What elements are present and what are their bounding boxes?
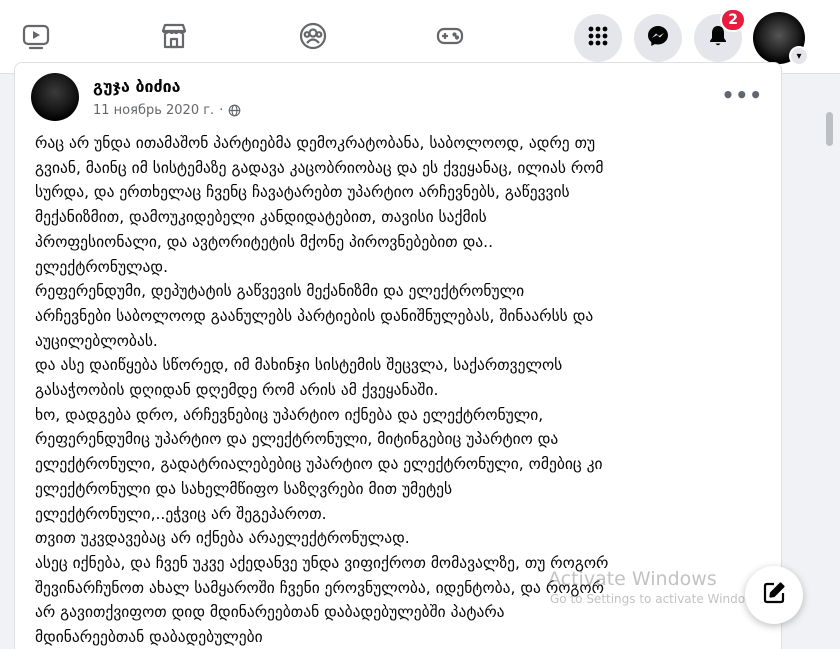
- post-text-line: რაც არ უნდა ითამაშონ პარტიებმა დემოკრატო…: [35, 134, 596, 152]
- watermark-title: Activate Windows: [548, 568, 717, 590]
- post-text-line: რეფერენდუმიც უპარტიო და ელექტრონული, მიტ…: [35, 430, 559, 449]
- post-text-line: ელექტრონული, გადატრიალებებიც უპარტიო და …: [35, 455, 603, 474]
- groups-tab[interactable]: [283, 14, 343, 62]
- marketplace-icon: [159, 21, 189, 55]
- post-text-line: ელექტრონულად.: [35, 257, 169, 276]
- post-text-line: რეფერენდუმი, დეპუტატის გაწვევის მექანიზმ…: [35, 282, 525, 301]
- watch-tab[interactable]: [6, 14, 66, 62]
- new-message-icon: [761, 580, 787, 610]
- menu-button[interactable]: [574, 14, 622, 62]
- grid-menu-icon: [586, 24, 610, 52]
- post-text-line: მდინარეებთან დაბადებულები: [35, 628, 263, 647]
- post-text-line: პროფესიონალი, და ავტორიტეტის მქონე პიროვ…: [35, 232, 494, 251]
- post-text-line: ელექტრონული და სახელმწიფო საზღვრები მით …: [35, 479, 453, 498]
- post-text-line: ხო, დადგება დრო, არჩევნებიც უპარტიო იქნე…: [35, 405, 544, 424]
- post-author-name[interactable]: გუჯა ბიძია: [93, 77, 180, 96]
- post-text-line: და ასე დაიწყება სწორედ, იმ მახინჯი სისტე…: [35, 356, 563, 375]
- post-text-line: სურდა, და ერთხელაც ჩვენც ჩავატარებთ უპარ…: [35, 183, 570, 202]
- messenger-button[interactable]: [634, 14, 682, 62]
- post-text-line: აუცილებლობას.: [35, 331, 158, 350]
- activation-watermark: Activate Windows Go to Settings to activ…: [548, 568, 765, 606]
- post-text-line: არჩევნები საბოლოოდ გაანულებს პარტიების დ…: [35, 306, 594, 325]
- post-date[interactable]: 11 ноябрь 2020 г.: [93, 103, 214, 118]
- watermark-subtitle: Go to Settings to activate Windows.: [550, 592, 765, 606]
- globe-icon[interactable]: [228, 104, 241, 117]
- marketplace-tab[interactable]: [144, 14, 204, 62]
- gaming-tab[interactable]: [420, 14, 480, 62]
- page-scrollbar[interactable]: [820, 74, 838, 649]
- notifications-button[interactable]: 2: [694, 8, 746, 62]
- scrollbar-thumb[interactable]: [826, 112, 833, 146]
- post-text-line: გასაჭოობის დღიდან დღემდე რომ არის ამ ქვე…: [35, 381, 439, 400]
- post-text-line: მექანიზმით, დამოუკიდებელი კანდიდატებით, …: [35, 208, 487, 227]
- post-meta: 11 ноябрь 2020 г. ·: [93, 103, 241, 118]
- post-text-line: გვიან, მაინც იმ სისტემაზე გადავა კაცობრი…: [35, 158, 604, 177]
- watch-video-icon: [21, 21, 51, 55]
- new-message-button[interactable]: [745, 566, 803, 624]
- author-avatar[interactable]: [31, 73, 79, 121]
- meta-separator: ·: [219, 103, 224, 118]
- post-options-button[interactable]: •••: [722, 83, 763, 107]
- gaming-icon: [435, 21, 465, 55]
- account-avatar-button[interactable]: ▾: [753, 12, 809, 66]
- messenger-icon: [646, 24, 670, 52]
- groups-icon: [298, 21, 328, 55]
- feed-post: გუჯა ბიძია 11 ноябрь 2020 г. · ••• რაც ა…: [14, 62, 782, 649]
- chevron-down-icon[interactable]: ▾: [789, 46, 809, 66]
- post-text-line: თვით უკვდავებაც არ იქნება არაელექტრონულა…: [35, 529, 410, 548]
- post-text-line: ელექტრონული,..ეჭვიც არ შეგეპაროთ.: [35, 504, 327, 523]
- notifications-count-badge: 2: [720, 8, 746, 32]
